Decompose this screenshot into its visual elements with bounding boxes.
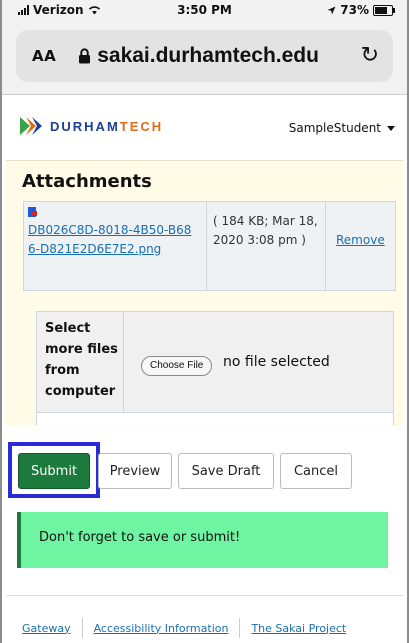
logo-text-tech: TECH bbox=[119, 118, 164, 134]
file-status-text: no file selected bbox=[223, 354, 330, 370]
cancel-button[interactable]: Cancel bbox=[280, 453, 352, 489]
submit-button[interactable]: Submit bbox=[18, 453, 90, 489]
attachments-table: DB026C8D-8018-4B50-B686-D821E2D6E7E2.png… bbox=[23, 201, 396, 291]
status-bar: Verizon 3:50 PM 73% bbox=[2, 0, 407, 22]
upload-table-footer-row bbox=[37, 412, 393, 425]
save-draft-button[interactable]: Save Draft bbox=[178, 453, 274, 489]
footer-separator bbox=[81, 618, 83, 638]
url-display[interactable]: sakai.durhamtech.edu bbox=[78, 44, 319, 68]
attachment-file-cell: DB026C8D-8018-4B50-B686-D821E2D6E7E2.png bbox=[24, 202, 207, 290]
footer-link-sakai-project[interactable]: The Sakai Project bbox=[251, 622, 346, 635]
remove-attachment-link[interactable]: Remove bbox=[336, 233, 385, 247]
upload-label-cell: Select more files from computer bbox=[37, 312, 124, 412]
battery-percent: 73% bbox=[340, 3, 369, 17]
logo-mark-icon bbox=[20, 117, 42, 135]
footer-separator bbox=[239, 618, 241, 638]
logo-text: DURHAMTECH bbox=[50, 119, 163, 134]
browser-chrome: Verizon 3:50 PM 73% AA sakai.durhamtech.… bbox=[2, 0, 407, 94]
choose-file-button[interactable]: Choose File bbox=[141, 356, 213, 376]
location-arrow-icon bbox=[327, 6, 336, 14]
attachment-meta-cell: ( 184 KB; Mar 18, 2020 3:08 pm ) bbox=[207, 202, 326, 290]
assignment-content: Attachments DB026C8D-8018-4B50-B686-D821… bbox=[6, 160, 403, 426]
footer-links: Gateway Accessibility Information The Sa… bbox=[22, 618, 346, 638]
footer-link-gateway[interactable]: Gateway bbox=[22, 622, 71, 635]
address-bar[interactable]: AA sakai.durhamtech.edu ↻ bbox=[16, 30, 393, 82]
durhamtech-logo[interactable]: DURHAMTECH bbox=[20, 117, 163, 135]
upload-table: Select more files from computer Choose F… bbox=[36, 311, 394, 425]
user-menu[interactable]: SampleStudent bbox=[289, 121, 395, 135]
attachment-file-link[interactable]: DB026C8D-8018-4B50-B686-D821E2D6E7E2.png bbox=[28, 221, 198, 259]
lock-icon bbox=[79, 48, 91, 64]
site-header: DURHAMTECH SampleStudent bbox=[2, 94, 407, 161]
url-text: sakai.durhamtech.edu bbox=[97, 44, 319, 67]
footer-link-accessibility[interactable]: Accessibility Information bbox=[94, 622, 229, 635]
footer-divider bbox=[6, 595, 403, 596]
preview-button[interactable]: Preview bbox=[98, 453, 172, 489]
attachment-remove-cell: Remove bbox=[326, 202, 395, 290]
reminder-alert: Don't forget to save or submit! bbox=[17, 512, 388, 568]
image-file-icon bbox=[28, 207, 37, 217]
user-name: SampleStudent bbox=[288, 121, 381, 135]
logo-text-durham: DURHAM bbox=[50, 118, 120, 134]
attachment-file-meta: ( 184 KB; Mar 18, 2020 3:08 pm ) bbox=[213, 214, 318, 247]
reload-icon[interactable]: ↻ bbox=[361, 43, 379, 68]
attachments-heading: Attachments bbox=[22, 171, 152, 192]
text-size-button[interactable]: AA bbox=[32, 47, 56, 65]
upload-label: Select more files from computer bbox=[45, 321, 118, 399]
battery-icon bbox=[373, 4, 395, 16]
chevron-down-icon bbox=[387, 125, 395, 131]
reminder-alert-text: Don't forget to save or submit! bbox=[39, 530, 241, 545]
status-right: 73% bbox=[327, 3, 395, 17]
